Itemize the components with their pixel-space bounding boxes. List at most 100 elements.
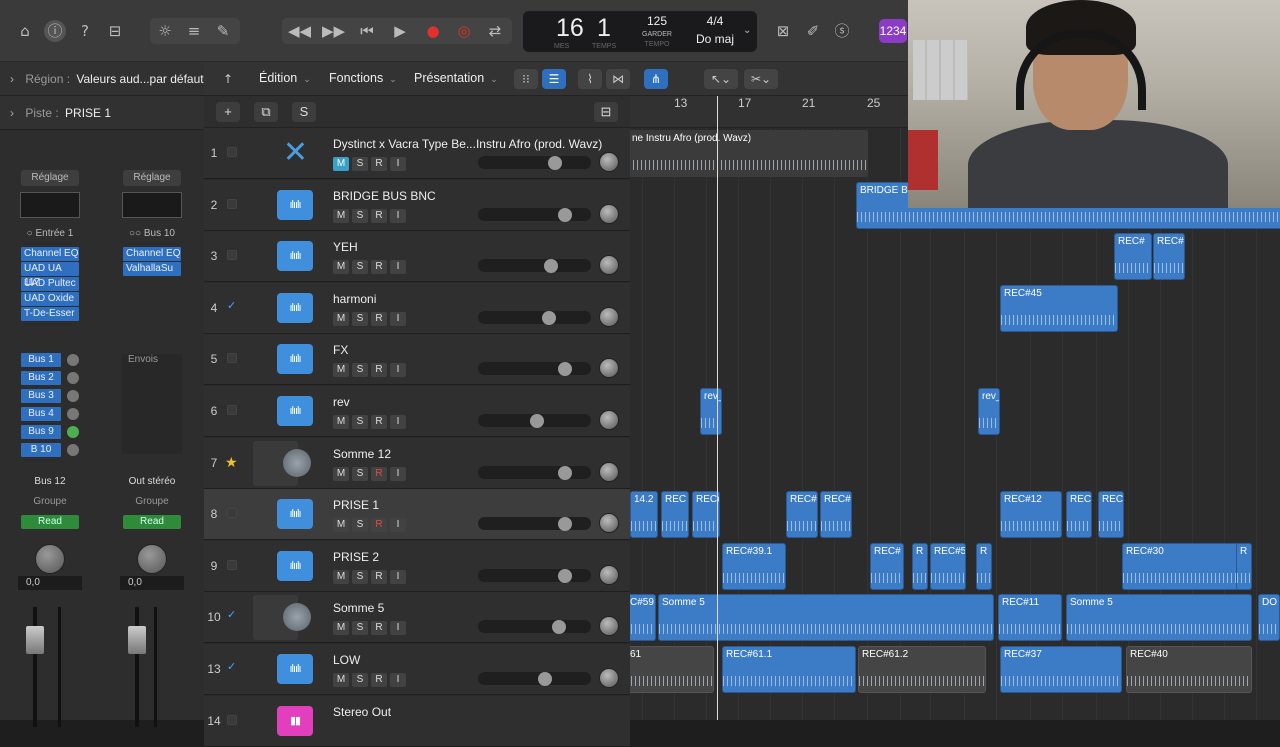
track-name[interactable]: YEH: [333, 240, 358, 254]
functions-menu[interactable]: Fonctions ⌄: [329, 71, 397, 85]
checkbox-icon[interactable]: [227, 198, 237, 209]
star-icon[interactable]: ★: [225, 454, 238, 471]
record-enable-button[interactable]: R: [371, 569, 387, 584]
audio-region[interactable]: R: [912, 542, 928, 590]
playhead[interactable]: [717, 96, 718, 720]
volume-handle[interactable]: [548, 156, 562, 170]
solo-button[interactable]: S: [352, 260, 368, 275]
send-knob[interactable]: [67, 390, 79, 402]
record-enable-button[interactable]: R: [371, 157, 387, 171]
solo-button[interactable]: S: [352, 415, 368, 429]
volume-slider[interactable]: [478, 156, 591, 169]
list-view-icon[interactable]: ☰: [542, 69, 566, 89]
track-row[interactable]: 2 ılıılı BRIDGE BUS BNC M S R I: [204, 179, 630, 231]
volume-slider[interactable]: [478, 672, 591, 685]
record-enable-button[interactable]: R: [371, 673, 387, 687]
pan-knob[interactable]: [599, 461, 619, 482]
volume-fader[interactable]: [128, 626, 146, 654]
input-monitor-button[interactable]: I: [390, 208, 406, 223]
track-name[interactable]: harmoni: [333, 292, 376, 306]
audio-region[interactable]: ne Instru Afro (prod. Wavz): [630, 130, 868, 177]
automation-mode[interactable]: Read: [123, 515, 181, 529]
input-monitor-button[interactable]: I: [390, 673, 406, 687]
volume-handle[interactable]: [558, 207, 572, 222]
volume-slider[interactable]: [478, 362, 591, 376]
input-monitor-button[interactable]: I: [390, 157, 406, 171]
waveform-icon[interactable]: ılıılı: [277, 654, 313, 684]
input-monitor-button[interactable]: I: [390, 569, 406, 584]
settings-icon[interactable]: ✐: [802, 20, 824, 42]
automation-icon[interactable]: ⌇: [578, 69, 602, 89]
solo-button[interactable]: S: [352, 208, 368, 223]
pan-knob[interactable]: [599, 616, 619, 637]
setting-button[interactable]: Réglage: [123, 170, 181, 186]
waveform-icon[interactable]: ılıılı: [277, 344, 313, 375]
audio-region[interactable]: REC: [1098, 491, 1124, 539]
inspector-icon[interactable]: ⓘ: [44, 20, 66, 42]
audio-region[interactable]: REC#: [1114, 233, 1152, 281]
tuner-icon[interactable]: ⊠: [772, 20, 794, 42]
send-slot[interactable]: Bus 1: [21, 353, 61, 367]
mute-button[interactable]: M: [333, 157, 349, 171]
audio-region[interactable]: R: [976, 542, 992, 590]
record-enable-button[interactable]: R: [371, 466, 387, 481]
mute-button[interactable]: M: [333, 518, 349, 533]
pan-knob[interactable]: [599, 358, 619, 379]
audio-region[interactable]: 14.2: [630, 491, 658, 539]
solo-button[interactable]: S: [352, 621, 368, 636]
checkbox-icon[interactable]: ✓: [227, 300, 237, 312]
audio-region[interactable]: REC#: [870, 542, 904, 590]
mute-button[interactable]: M: [333, 311, 349, 326]
audio-region[interactable]: Somme 5: [1066, 594, 1252, 642]
plugin-slot[interactable]: UAD Pultec: [21, 277, 79, 291]
view-menu[interactable]: Présentation ⌄: [414, 71, 498, 85]
audio-region[interactable]: REC#: [692, 491, 720, 539]
pan-knob[interactable]: [599, 306, 619, 327]
track-row[interactable]: 5 ılıılı FX M S R I: [204, 334, 630, 386]
audio-region[interactable]: rev_: [700, 388, 722, 435]
pan-knob[interactable]: [599, 564, 619, 585]
audio-region[interactable]: REC#61.2: [858, 646, 986, 693]
pan-knob[interactable]: [599, 668, 619, 688]
audio-region[interactable]: REC#30: [1122, 542, 1252, 590]
duplicate-track-icon[interactable]: ⧉: [254, 102, 278, 122]
record-enable-button[interactable]: R: [371, 621, 387, 636]
brightness-icon[interactable]: ☼: [154, 20, 176, 42]
checkbox-icon[interactable]: [227, 559, 237, 570]
mute-button[interactable]: M: [333, 466, 349, 481]
pencil-icon[interactable]: ✎: [212, 20, 234, 42]
solo-button[interactable]: S: [352, 157, 368, 171]
solo-global-button[interactable]: S: [292, 102, 316, 122]
checkbox-icon[interactable]: ✓: [227, 610, 237, 621]
track-name[interactable]: PRISE 2: [333, 550, 379, 564]
volume-slider[interactable]: [478, 517, 591, 531]
mute-button[interactable]: M: [333, 621, 349, 636]
pan-knob[interactable]: [599, 203, 619, 224]
input-monitor-button[interactable]: I: [390, 415, 406, 429]
grid-view-icon[interactable]: ⁝⁝: [514, 69, 538, 89]
forward-icon[interactable]: ▶▶: [322, 20, 345, 42]
cycle-icon[interactable]: ⇄: [484, 20, 506, 42]
solo-button[interactable]: S: [352, 518, 368, 533]
volume-handle[interactable]: [538, 672, 552, 686]
record-enable-button[interactable]: R: [371, 208, 387, 223]
track-row[interactable]: 10✓›Somme 5MSRI: [204, 592, 630, 644]
track-name[interactable]: FX: [333, 343, 348, 357]
replace-record-icon[interactable]: ◎: [453, 20, 475, 42]
pan-knob[interactable]: [599, 513, 619, 534]
audio-region[interactable]: REC: [1066, 491, 1092, 539]
track-row[interactable]: 4 ✓ ılıılı harmoni M S R I: [204, 282, 630, 334]
send-slot[interactable]: Bus 2: [21, 371, 61, 385]
mute-button[interactable]: M: [333, 363, 349, 378]
checkbox-icon[interactable]: [227, 508, 237, 519]
setting-button[interactable]: Réglage: [21, 170, 79, 186]
add-track-button[interactable]: +: [216, 102, 240, 122]
track-row[interactable]: 6 ılıılı rev M S R I: [204, 386, 630, 437]
output-slot[interactable]: Bus 12: [10, 476, 90, 487]
track-row[interactable]: › Piste : PRISE 1: [0, 96, 204, 130]
send-slot[interactable]: Bus 3: [21, 389, 61, 403]
track-row[interactable]: 14 ▮▮ Stereo Out: [204, 695, 630, 747]
input-slot[interactable]: ○ Entrée 1: [10, 228, 90, 239]
record-icon[interactable]: ●: [422, 20, 444, 42]
solo-button[interactable]: S: [352, 466, 368, 481]
